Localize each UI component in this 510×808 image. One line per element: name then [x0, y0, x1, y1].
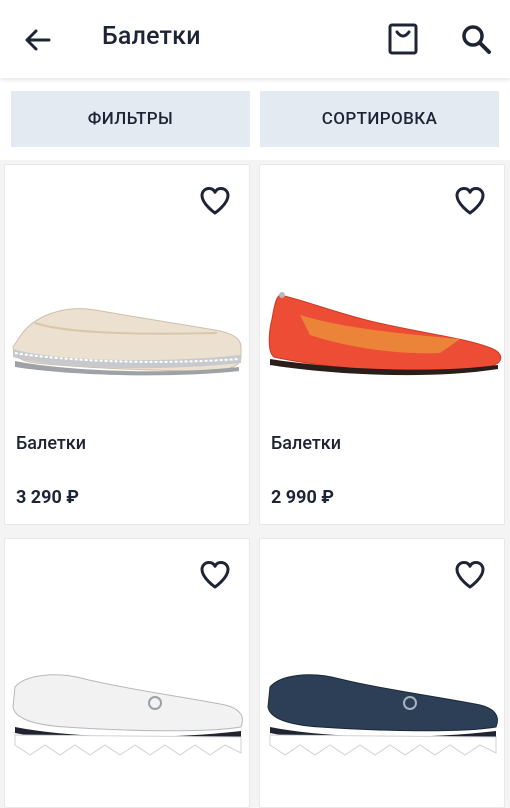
product-image	[268, 292, 502, 376]
product-card[interactable]: Балетки 3 290 ₽	[4, 164, 250, 525]
shopping-bag-icon	[388, 23, 418, 55]
product-card[interactable]: Балетки 2 990 ₽	[259, 164, 505, 525]
heart-icon	[455, 561, 485, 589]
product-card[interactable]	[259, 538, 505, 808]
favorite-button[interactable]	[197, 183, 233, 219]
heart-icon	[200, 187, 230, 215]
sort-button[interactable]: СОРТИРОВКА	[260, 91, 499, 147]
product-price: 2 990 ₽	[271, 487, 334, 508]
page-title: Балетки	[102, 22, 201, 51]
app-bar: Балетки	[0, 0, 510, 78]
favorite-button[interactable]	[452, 557, 488, 593]
product-image	[12, 308, 242, 376]
product-price: 3 290 ₽	[16, 487, 79, 508]
product-card[interactable]	[4, 538, 250, 808]
arrow-left-icon	[25, 29, 51, 51]
product-image	[12, 674, 243, 756]
product-name: Балетки	[271, 433, 342, 454]
heart-icon	[200, 561, 230, 589]
filters-button[interactable]: ФИЛЬТРЫ	[11, 91, 250, 147]
search-button[interactable]	[456, 19, 496, 59]
product-grid: Балетки 3 290 ₽ Балетки 2 990 ₽	[0, 160, 510, 808]
favorite-button[interactable]	[197, 557, 233, 593]
product-image	[267, 674, 498, 756]
back-button[interactable]	[20, 22, 56, 58]
filter-sort-bar: ФИЛЬТРЫ СОРТИРОВКА	[0, 78, 510, 160]
search-icon	[462, 25, 491, 54]
heart-icon	[455, 187, 485, 215]
cart-button[interactable]	[383, 19, 423, 59]
favorite-button[interactable]	[452, 183, 488, 219]
product-name: Балетки	[16, 433, 87, 454]
